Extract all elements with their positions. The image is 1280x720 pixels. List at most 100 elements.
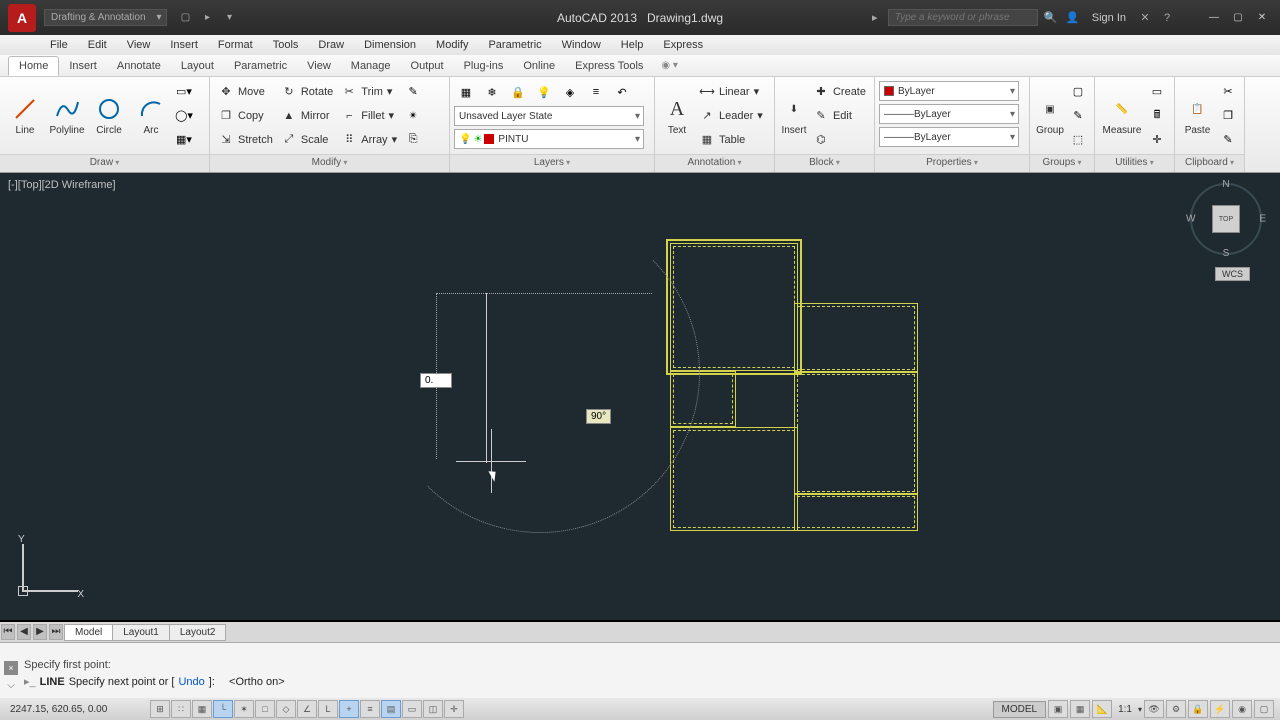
layer-match-icon[interactable]: ≡ [584,81,608,103]
layer-current-dropdown[interactable]: 💡☀PINTU [454,129,644,149]
select-icon[interactable]: ▭ [1145,81,1169,103]
grid-toggle[interactable]: ▦ [192,700,212,718]
tab-model[interactable]: Model [64,624,113,641]
menu-format[interactable]: Format [208,39,263,51]
qat-new-icon[interactable]: ▢ [177,9,195,27]
insert-button[interactable]: ⬇Insert [779,80,809,152]
text-button[interactable]: AText [659,80,695,152]
leader-button[interactable]: ↗Leader ▾ [695,105,767,127]
cut-icon[interactable]: ✂ [1216,81,1240,103]
circle-button[interactable]: Circle [88,80,130,152]
ribbon-options-icon[interactable]: ◉ ▾ [661,60,678,71]
menu-insert[interactable]: Insert [160,39,208,51]
layout-first-icon[interactable]: ⏮ [1,624,15,640]
tab-insert[interactable]: Insert [59,57,107,75]
model-space-button[interactable]: MODEL [993,701,1047,718]
tab-layout2[interactable]: Layout2 [169,624,227,641]
user-icon[interactable]: 👤 [1064,9,1082,27]
qat-open-icon[interactable]: ▸ [199,9,217,27]
layout-last-icon[interactable]: ⏭ [49,624,63,640]
copy-clip-icon[interactable]: ❐ [1216,105,1240,127]
scale-readout[interactable]: 1:1 [1114,704,1136,715]
panel-title-draw[interactable]: Draw [0,154,209,172]
menu-file[interactable]: File [40,39,78,51]
polar-toggle[interactable]: ✶ [234,700,254,718]
create-button[interactable]: ✚Create [809,81,870,103]
group-select-icon[interactable]: ⬚ [1066,129,1090,151]
layer-freeze-icon[interactable]: ❄ [480,81,504,103]
array-button[interactable]: ⠿Array ▾ [337,129,401,151]
scale-button[interactable]: ⤢Scale [277,129,337,151]
menu-parametric[interactable]: Parametric [478,39,551,51]
arc-button[interactable]: Arc [130,80,172,152]
qp-toggle[interactable]: ▭ [402,700,422,718]
am-toggle[interactable]: ✛ [444,700,464,718]
lineweight-dropdown[interactable]: ——— ByLayer [879,104,1019,124]
viewport-label[interactable]: [-][Top][2D Wireframe] [8,179,116,191]
search-icon[interactable]: 🔍 [1042,9,1060,27]
quickcalc-icon[interactable]: 🖩 [1145,105,1169,127]
cmdline-close-icon[interactable]: × [4,661,18,675]
layer-iso-icon[interactable]: ◈ [558,81,582,103]
hardware-accel-icon[interactable]: ⚡ [1210,700,1230,718]
tab-view[interactable]: View [297,57,341,75]
copy-button[interactable]: ❐Copy [214,105,277,127]
match-icon[interactable]: ✎ [1216,129,1240,151]
line-button[interactable]: Line [4,80,46,152]
3dosnap-toggle[interactable]: ◇ [276,700,296,718]
linetype-dropdown[interactable]: ——— ByLayer [879,127,1019,147]
tab-layout1[interactable]: Layout1 [112,624,170,641]
polyline-button[interactable]: Polyline [46,80,88,152]
qat-dropdown-icon[interactable]: ▾ [221,9,239,27]
panel-title-clipboard[interactable]: Clipboard [1175,154,1244,172]
otrack-toggle[interactable]: ∠ [297,700,317,718]
tab-output[interactable]: Output [401,57,454,75]
tab-express[interactable]: Express Tools [565,57,653,75]
menu-draw[interactable]: Draw [308,39,354,51]
menu-help[interactable]: Help [611,39,654,51]
menu-tools[interactable]: Tools [263,39,309,51]
drawing-canvas[interactable]: [-][Top][2D Wireframe] TOP N S E W WCS 0… [0,173,1280,620]
maximize-button[interactable]: ▢ [1228,11,1248,25]
help-icon[interactable]: ? [1158,9,1176,27]
menu-dimension[interactable]: Dimension [354,39,426,51]
lwt-toggle[interactable]: ≡ [360,700,380,718]
color-dropdown[interactable]: ByLayer [879,81,1019,101]
hatch-icon[interactable]: ▦▾ [172,129,196,151]
layer-state-dropdown[interactable]: Unsaved Layer State [454,106,644,126]
tab-layout[interactable]: Layout [171,57,224,75]
menu-window[interactable]: Window [552,39,611,51]
quickview-drawings-icon[interactable]: ▦ [1070,700,1090,718]
coordinate-readout[interactable]: 2247.15, 620.65, 0.00 [0,704,150,715]
layer-prop-icon[interactable]: ▦ [454,81,478,103]
linear-button[interactable]: ⟷Linear ▾ [695,81,767,103]
annovisibility-icon[interactable]: 👁 [1144,700,1164,718]
tab-online[interactable]: Online [513,57,565,75]
tab-parametric[interactable]: Parametric [224,57,297,75]
ortho-toggle[interactable]: └ [213,700,233,718]
viewcube[interactable]: TOP N S E W [1190,183,1262,255]
menu-express[interactable]: Express [653,39,713,51]
sc-toggle[interactable]: ◫ [423,700,443,718]
toolbar-lock-icon[interactable]: 🔒 [1188,700,1208,718]
viewcube-face[interactable]: TOP [1212,205,1240,233]
ungroup-icon[interactable]: ▢ [1066,81,1090,103]
ducs-toggle[interactable]: L [318,700,338,718]
explode-icon[interactable]: ✴ [401,105,425,127]
panel-title-groups[interactable]: Groups [1030,154,1094,172]
measure-button[interactable]: 📏Measure [1099,80,1145,152]
cleanscreen-icon[interactable]: ▢ [1254,700,1274,718]
tab-home[interactable]: Home [8,56,59,76]
group-edit-icon[interactable]: ✎ [1066,105,1090,127]
paste-button[interactable]: 📋Paste [1179,80,1216,152]
erase-icon[interactable]: ✎ [401,81,425,103]
panel-title-modify[interactable]: Modify [210,154,449,172]
exchange-icon[interactable]: ✕ [1136,9,1154,27]
menu-modify[interactable]: Modify [426,39,478,51]
fillet-button[interactable]: ⌐Fillet ▾ [337,105,401,127]
mirror-button[interactable]: ▲Mirror [277,105,337,127]
layer-prev-icon[interactable]: ↶ [610,81,634,103]
tpy-toggle[interactable]: ▤ [381,700,401,718]
length-input[interactable]: 0. [420,373,452,388]
isolate-icon[interactable]: ◉ [1232,700,1252,718]
